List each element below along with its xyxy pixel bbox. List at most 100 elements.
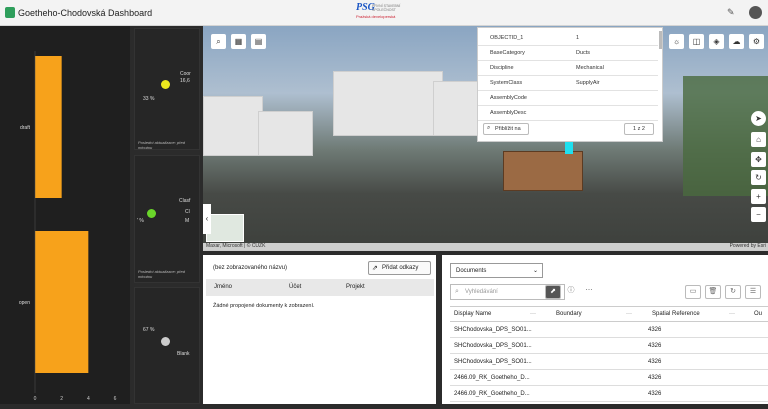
- related-documents-panel: (bez zobrazovaného názvu) ⇗ Přidat odkaz…: [203, 255, 436, 404]
- indicator-value: Cl: [185, 209, 190, 215]
- settings-icon[interactable]: ⚙: [749, 34, 764, 49]
- search-icon: ⌕: [455, 288, 459, 295]
- zoom-to-icon: ⌕: [487, 125, 491, 131]
- table-row[interactable]: 2466.09_RK_Goetheho_D... 4326: [450, 386, 768, 402]
- collapse-left-icon[interactable]: ‹: [203, 204, 211, 234]
- column-menu-icon[interactable]: ···: [530, 311, 536, 317]
- overview-map[interactable]: [206, 214, 244, 242]
- building-model[interactable]: [503, 151, 583, 191]
- avatar[interactable]: [749, 6, 762, 19]
- indicator-card-3[interactable]: 67 % Blank: [134, 287, 200, 404]
- column-header[interactable]: Jméno: [214, 284, 232, 290]
- column-header[interactable]: Ou: [754, 311, 762, 317]
- column-menu-icon[interactable]: ···: [729, 311, 735, 317]
- pan-icon[interactable]: ✥: [751, 152, 766, 167]
- chevron-down-icon: ⌄: [532, 268, 538, 274]
- indicator-dot: [147, 209, 156, 218]
- indicator-update: Poslední aktualizace: před minutou: [138, 140, 185, 150]
- powered-by: Powered by Esri: [729, 243, 766, 249]
- bar-draft[interactable]: [35, 56, 62, 198]
- duct-model[interactable]: [565, 140, 573, 154]
- weather-icon[interactable]: ☁: [729, 34, 744, 49]
- add-link-button[interactable]: ⇗ Přidat odkazy: [368, 261, 431, 275]
- bar-chart-panel: draft open 0 2 4 6: [0, 26, 130, 404]
- documents-table-header: Display Name ··· Boundary ··· Spatial Re…: [450, 306, 768, 322]
- popup-row: AssemblyCode: [478, 91, 658, 106]
- app-title: Goetheho-Chodovská Dashboard: [18, 8, 153, 18]
- column-header[interactable]: Spatial Reference: [652, 311, 700, 317]
- x-tick-label: 4: [87, 396, 90, 402]
- link-icon: ⇗: [372, 265, 378, 272]
- documents-select[interactable]: Documents ⌄: [450, 263, 543, 278]
- indicator-value: 16,6: [180, 78, 190, 84]
- attribution-text: Maxar, Microsoft | © ČÚZK: [206, 243, 266, 249]
- zoom-to-button[interactable]: ⌕ Přiblížit na: [483, 123, 529, 135]
- zoom-in-icon[interactable]: +: [751, 189, 766, 204]
- brand-subtitle: PRVNÍ STAVEBNÍ SPOLEČNOST: [372, 4, 401, 12]
- rotate-icon[interactable]: ↻: [751, 170, 766, 185]
- indicator-label: Clasf: [179, 198, 191, 204]
- filter-icon[interactable]: ⋯: [581, 285, 597, 299]
- indicator-card-1[interactable]: 33 % Coor 16,6 Poslední aktualizace: pře…: [134, 28, 200, 150]
- x-tick-label: 2: [60, 396, 63, 402]
- building: [333, 71, 443, 136]
- edit-icon[interactable]: ✎: [727, 7, 735, 18]
- map-attribution: Maxar, Microsoft | © ČÚZK Powered by Esr…: [203, 243, 768, 251]
- popup-row: SystemClass SupplyAir: [478, 76, 658, 91]
- basemap-icon[interactable]: ▤: [251, 34, 266, 49]
- measure-icon[interactable]: ◫: [689, 34, 704, 49]
- related-title: (bez zobrazovaného názvu): [213, 265, 288, 271]
- indicator-dot: [161, 337, 170, 346]
- brand-red-text: Pražská developerská: [356, 14, 396, 19]
- related-table-header: Jméno Účet Projekt: [206, 279, 434, 296]
- refresh-icon[interactable]: ↻: [725, 285, 741, 299]
- documents-panel: Documents ⌄ ⌕ Vyhledávání ⬈ ⓘ ⋯ ▭ 🗑 ↻ ☰ …: [442, 255, 768, 404]
- column-header[interactable]: Boundary: [556, 311, 582, 317]
- bar-open[interactable]: [35, 231, 89, 373]
- indicator-percent: 33 %: [143, 96, 155, 102]
- building: [258, 111, 313, 156]
- table-row[interactable]: SHChodovska_DPS_SO01... 4326: [450, 354, 768, 370]
- column-header[interactable]: Účet: [289, 284, 301, 290]
- popup-pager[interactable]: 1 z 2: [624, 123, 654, 135]
- options-icon[interactable]: ☰: [745, 285, 761, 299]
- bar-chart: draft open 0 2 4 6: [19, 51, 117, 402]
- popup-row: OBJECTID_1 1: [478, 31, 658, 46]
- popup-row: AssemblyDesc: [478, 106, 658, 121]
- layers-icon[interactable]: ▦: [231, 34, 246, 49]
- x-tick-label: 0: [34, 396, 37, 402]
- popup-row: BaseCategory Ducts: [478, 46, 658, 61]
- compass-icon[interactable]: ➤: [751, 111, 766, 126]
- zoom-out-icon[interactable]: −: [751, 207, 766, 222]
- popup-scrollbar[interactable]: [659, 31, 662, 49]
- category-label: open: [19, 300, 30, 306]
- empty-message: Žádné propojené dokumenty k zobrazení.: [213, 303, 315, 309]
- info-icon[interactable]: ⓘ: [563, 285, 579, 299]
- delete-icon[interactable]: 🗑: [705, 285, 721, 299]
- top-bar: Goetheho-Chodovská Dashboard PSG PRVNÍ S…: [0, 0, 768, 26]
- column-header[interactable]: Display Name: [454, 311, 491, 317]
- feature-popup: OBJECTID_1 1 BaseCategory Ducts Discipline…: [477, 27, 663, 142]
- daylight-icon[interactable]: ☼: [669, 34, 684, 49]
- table-row[interactable]: SHChodovska_DPS_SO01... 4326: [450, 322, 768, 338]
- indicator-dot: [161, 80, 170, 89]
- indicator-card-2[interactable]: ' % Clasf Cl M Poslední aktualizace: pře…: [134, 155, 200, 283]
- table-row[interactable]: 2466.09_RK_Goetheho_D... 4326: [450, 370, 768, 386]
- indicator-extra: M: [185, 218, 190, 224]
- popup-row: Discipline Mechanical: [478, 61, 658, 76]
- indicator-label: Coor: [180, 71, 191, 77]
- table-row[interactable]: SHChodovska_DPS_SO01... 4326: [450, 338, 768, 354]
- indicator-label: Blank: [177, 351, 190, 357]
- edit-icon[interactable]: ▭: [685, 285, 701, 299]
- x-tick-label: 6: [114, 396, 117, 402]
- select-mode-icon[interactable]: ⬈: [545, 285, 561, 299]
- category-label: draft: [20, 125, 31, 131]
- building: [203, 96, 263, 156]
- search-icon[interactable]: ⌕: [211, 34, 226, 49]
- slice-icon[interactable]: ◈: [709, 34, 724, 49]
- column-header[interactable]: Projekt: [346, 284, 365, 290]
- indicator-update: Poslední aktualizace: před minutou: [138, 269, 185, 279]
- app-logo-icon: [5, 7, 15, 18]
- home-icon[interactable]: ⌂: [751, 132, 766, 147]
- column-menu-icon[interactable]: ···: [626, 311, 632, 317]
